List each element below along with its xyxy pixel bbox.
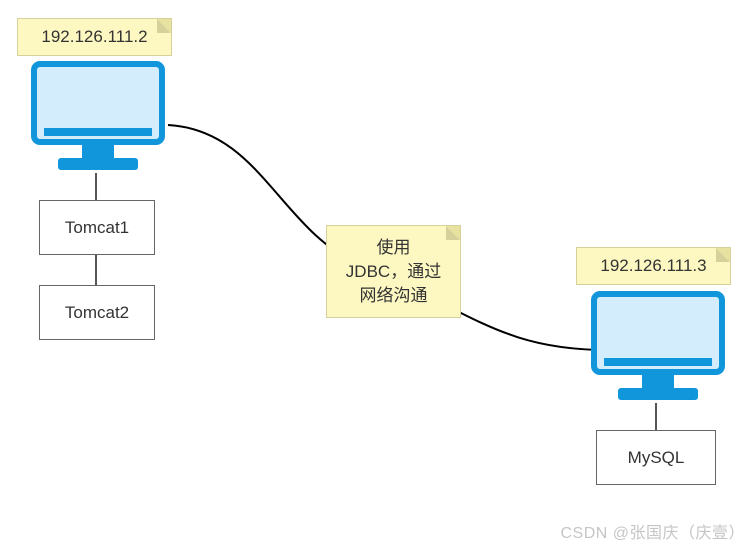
- jdbc-note-line2: JDBC，通过: [335, 260, 452, 284]
- jdbc-note-line1: 使用: [335, 236, 452, 260]
- ip-text-right: 192.126.111.3: [600, 256, 706, 275]
- ip-note-right: 192.126.111.3: [576, 247, 731, 285]
- connector-monitor-mysql: [655, 403, 657, 431]
- monitor-icon-right: [588, 288, 728, 408]
- jdbc-note-line3: 网络沟通: [335, 284, 452, 308]
- mysql-box: MySQL: [596, 430, 716, 485]
- jdbc-note: 使用 JDBC，通过 网络沟通: [326, 225, 461, 318]
- mysql-label: MySQL: [628, 448, 685, 468]
- watermark-text: CSDN @张国庆（庆壹）: [560, 519, 745, 543]
